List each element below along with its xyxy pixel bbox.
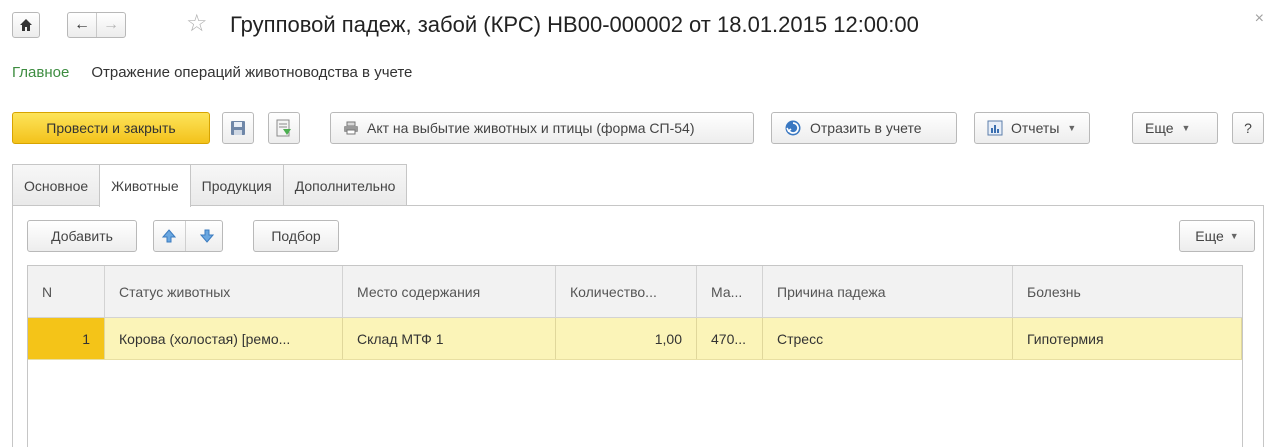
act-print-button[interactable]: Акт на выбытие животных и птицы (форма С… — [330, 112, 754, 144]
post-and-close-button[interactable]: Провести и закрыть — [12, 112, 210, 144]
chevron-down-icon: ▼ — [1229, 231, 1239, 241]
history-nav: ← → — [67, 12, 126, 38]
quantity-cell[interactable]: 1,00 — [556, 318, 697, 359]
table-toolbar: Добавить Подбор Еще ▼ — [13, 206, 1263, 262]
move-up-icon[interactable] — [154, 221, 186, 251]
column-header-death-reason[interactable]: Причина падежа — [763, 266, 1013, 317]
report-icon — [987, 120, 1003, 136]
refresh-globe-icon — [785, 120, 801, 136]
tab-animals[interactable]: Животные — [99, 164, 191, 207]
home-button[interactable] — [12, 12, 40, 38]
title-bar: ← → ☆ Групповой падеж, забой (КРС) НВ00-… — [0, 0, 1276, 52]
command-bar: Провести и закрыть Акт на выбытие животн… — [12, 112, 1264, 146]
place-cell[interactable]: Склад МТФ 1 — [343, 318, 556, 359]
column-header-place[interactable]: Место содержания — [343, 266, 556, 317]
reports-button[interactable]: Отчеты ▼ — [974, 112, 1090, 144]
death-reason-cell[interactable]: Стресс — [763, 318, 1013, 359]
animals-panel: Добавить Подбор Еще ▼ N Статус животных … — [12, 205, 1264, 447]
column-header-status[interactable]: Статус животных — [105, 266, 343, 317]
move-down-icon[interactable] — [192, 221, 223, 251]
column-header-disease[interactable]: Болезнь — [1013, 266, 1242, 317]
column-header-mass[interactable]: Ма... — [697, 266, 763, 317]
act-print-label: Акт на выбытие животных и птицы (форма С… — [367, 120, 695, 136]
reports-label: Отчеты — [1011, 120, 1060, 136]
section-main[interactable]: Главное — [12, 64, 69, 86]
disease-cell[interactable]: Гипотермия — [1013, 318, 1242, 359]
more-label: Еще — [1145, 120, 1174, 136]
table-more-label: Еще — [1195, 228, 1224, 244]
post-button[interactable] — [268, 112, 300, 144]
home-icon — [20, 19, 32, 31]
favorite-star-icon[interactable]: ☆ — [186, 10, 208, 38]
pick-button[interactable]: Подбор — [253, 220, 339, 252]
printer-icon — [344, 121, 358, 135]
table-more-button[interactable]: Еще ▼ — [1179, 220, 1255, 252]
section-livestock-accounting[interactable]: Отражение операций животноводства в учет… — [91, 64, 412, 86]
tab-products[interactable]: Продукция — [189, 164, 284, 206]
section-links: Главное Отражение операций животноводств… — [12, 64, 412, 86]
column-header-n[interactable]: N — [28, 266, 105, 317]
chevron-down-icon: ▼ — [1067, 123, 1077, 133]
add-button[interactable]: Добавить — [27, 220, 137, 252]
table-row[interactable]: 1 Корова (холостая) [ремо... Склад МТФ 1… — [28, 318, 1242, 360]
close-icon[interactable]: × — [1255, 10, 1264, 28]
forward-arrow-icon[interactable]: → — [97, 13, 125, 37]
animal-status-cell[interactable]: Корова (холостая) [ремо... — [105, 318, 343, 359]
column-header-quantity[interactable]: Количество... — [556, 266, 697, 317]
chevron-down-icon: ▼ — [1181, 123, 1191, 133]
reflect-in-accounting-button[interactable]: Отразить в учете — [771, 112, 957, 144]
move-buttons — [153, 220, 223, 252]
help-button[interactable]: ? — [1232, 112, 1264, 144]
page-title: Групповой падеж, забой (КРС) НВ00-000002… — [230, 12, 919, 37]
more-button[interactable]: Еще ▼ — [1132, 112, 1218, 144]
tab-main[interactable]: Основное — [12, 164, 101, 206]
mass-cell[interactable]: 470... — [697, 318, 763, 359]
document-post-icon — [276, 119, 291, 137]
back-arrow-icon[interactable]: ← — [68, 13, 97, 37]
row-number[interactable]: 1 — [28, 318, 105, 359]
reflect-label: Отразить в учете — [810, 120, 922, 136]
floppy-disk-icon — [231, 121, 245, 135]
table-header: N Статус животных Место содержания Колич… — [28, 266, 1242, 318]
animals-table: N Статус животных Место содержания Колич… — [27, 265, 1243, 447]
tab-bar: Основное Животные Продукция Дополнительн… — [12, 164, 408, 207]
save-button[interactable] — [222, 112, 254, 144]
tab-additional[interactable]: Дополнительно — [282, 164, 408, 206]
